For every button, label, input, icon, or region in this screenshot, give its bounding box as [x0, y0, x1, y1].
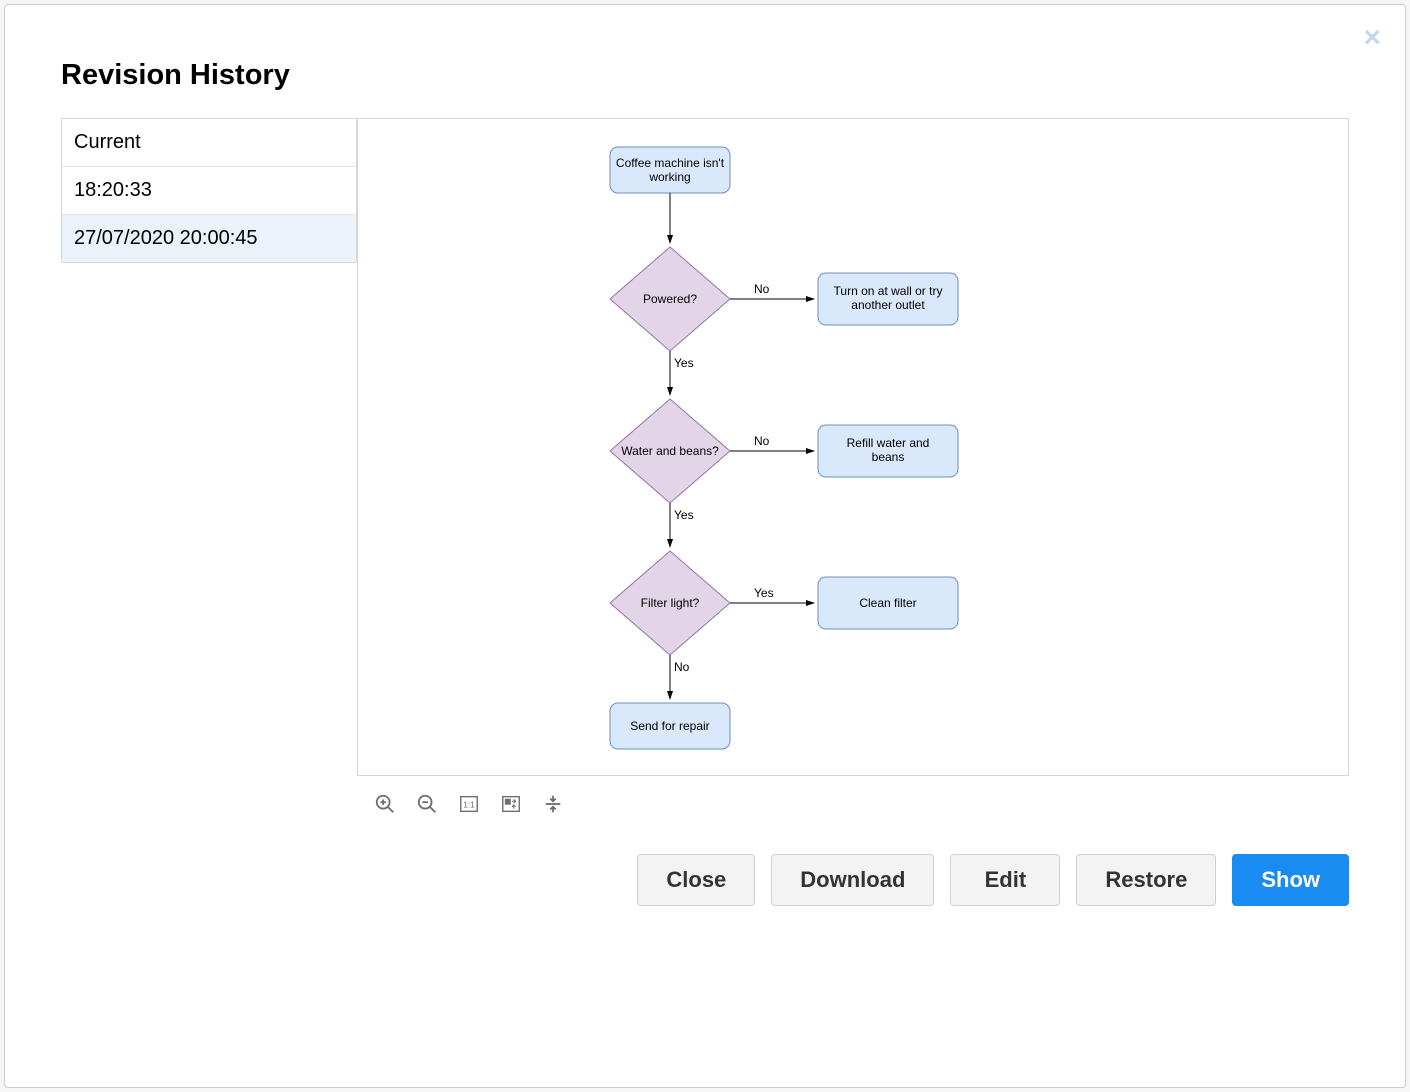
- dialog-title: Revision History: [61, 59, 1349, 92]
- revision-label: 27/07/2020 20:00:45: [74, 227, 258, 249]
- edge-label: Yes: [754, 586, 774, 600]
- close-button[interactable]: Close: [637, 854, 755, 906]
- dialog-button-row: Close Download Edit Restore Show: [61, 854, 1349, 906]
- zoom-out-icon[interactable]: [413, 790, 441, 818]
- node-text: Water and beans?: [621, 444, 719, 458]
- edge-label: No: [754, 282, 770, 296]
- revision-list: Current 18:20:33 27/07/2020 20:00:45: [61, 118, 357, 263]
- edge-label: Yes: [674, 508, 694, 522]
- edit-button[interactable]: Edit: [950, 854, 1060, 906]
- edge-label: No: [754, 434, 770, 448]
- revision-history-dialog: × Revision History Current 18:20:33 27/0…: [4, 4, 1406, 1088]
- close-icon[interactable]: ×: [1363, 23, 1381, 53]
- revision-item[interactable]: 27/07/2020 20:00:45: [62, 215, 356, 262]
- node-text: Powered?: [643, 292, 697, 306]
- diagram-preview[interactable]: Coffee machine isn'tworking Powered? No …: [357, 118, 1349, 776]
- compare-icon[interactable]: [539, 790, 567, 818]
- svg-text:1:1: 1:1: [463, 801, 475, 810]
- edge-label: Yes: [674, 356, 694, 370]
- node-text: Send for repair: [630, 719, 709, 733]
- node-text: Filter light?: [641, 596, 700, 610]
- revision-label: 18:20:33: [74, 179, 152, 201]
- zoom-in-icon[interactable]: [371, 790, 399, 818]
- content-row: Current 18:20:33 27/07/2020 20:00:45 Cof…: [61, 118, 1349, 776]
- restore-button[interactable]: Restore: [1076, 854, 1216, 906]
- download-button[interactable]: Download: [771, 854, 934, 906]
- revision-item-current[interactable]: Current: [62, 119, 356, 167]
- zoom-actual-icon[interactable]: 1:1: [455, 790, 483, 818]
- node-text: Clean filter: [859, 596, 916, 610]
- flowchart: Coffee machine isn'tworking Powered? No …: [358, 119, 1178, 775]
- zoom-fit-icon[interactable]: [497, 790, 525, 818]
- edge-label: No: [674, 660, 690, 674]
- revision-label: Current: [74, 131, 141, 153]
- revision-item[interactable]: 18:20:33: [62, 167, 356, 215]
- zoom-toolbar: 1:1: [371, 790, 1349, 818]
- show-button[interactable]: Show: [1232, 854, 1349, 906]
